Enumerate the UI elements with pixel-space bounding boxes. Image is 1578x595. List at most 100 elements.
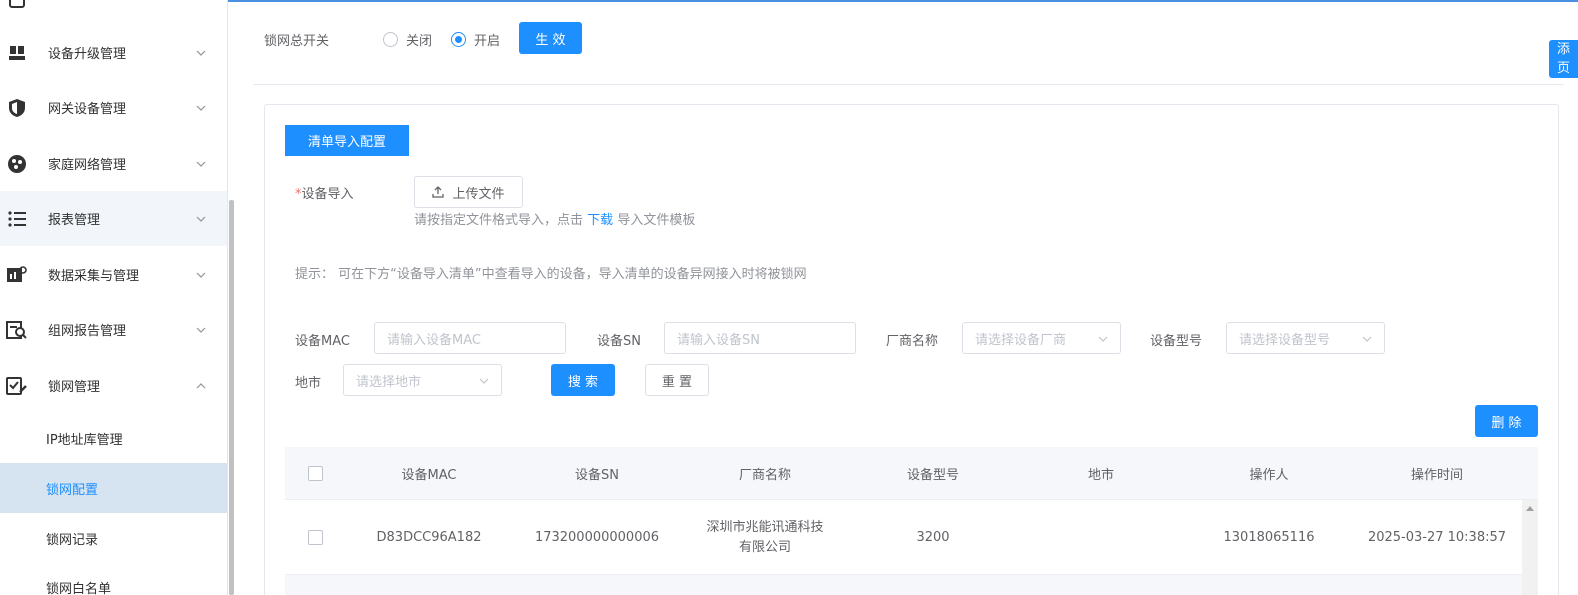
city-select[interactable]: 请选择地市 xyxy=(343,364,502,396)
table-scrollbar[interactable] xyxy=(1522,500,1538,595)
download-template-link[interactable]: 下载 xyxy=(587,213,613,228)
sidebar-item-label: 组网报告管理 xyxy=(48,324,127,339)
column-header-time[interactable]: 操作时间 xyxy=(1353,447,1521,500)
device-import-label-text: 设备导入 xyxy=(301,187,354,202)
menu-icon xyxy=(6,0,28,11)
column-header-sn[interactable]: 设备SN xyxy=(513,447,681,500)
sidebar-sub-ip-library[interactable]: IP地址库管理 xyxy=(0,413,227,463)
package-icon xyxy=(6,42,28,64)
city-select-placeholder: 请选择地市 xyxy=(356,374,422,390)
sn-input[interactable]: 请输入设备SN xyxy=(664,322,856,354)
upload-file-label: 上传文件 xyxy=(452,186,505,202)
model-select[interactable]: 请选择设备型号 xyxy=(1226,322,1385,354)
sidebar-item-label: 数据采集与管理 xyxy=(48,269,140,284)
row-checkbox[interactable] xyxy=(307,530,323,545)
table-row-next[interactable] xyxy=(285,575,1522,595)
column-header-mac[interactable]: 设备MAC xyxy=(345,447,513,500)
sidebar: 设备升级管理 网关设备管理 家庭网络管理 报表管理 数据采集与管理 组网报告管理… xyxy=(0,0,228,595)
sidebar-sub-label: 锁网记录 xyxy=(46,532,99,548)
column-header-city[interactable]: 地市 xyxy=(1017,447,1185,500)
scroll-up-arrow-icon[interactable] xyxy=(1526,506,1534,511)
cell-model: 3200 xyxy=(916,529,950,545)
sidebar-item-lock-network[interactable]: 锁网管理 xyxy=(0,358,227,413)
lock-switch-label: 锁网总开关 xyxy=(264,34,330,49)
sidebar-sub-whitelist[interactable]: 锁网白名单 xyxy=(0,562,227,595)
side-tag-line2: 页 xyxy=(1556,61,1570,76)
mac-input[interactable]: 请输入设备MAC xyxy=(374,322,566,354)
vendor-select[interactable]: 请选择设备厂商 xyxy=(962,322,1121,354)
sidebar-item-partial[interactable] xyxy=(0,0,227,27)
sidebar-item-network-report[interactable]: 组网报告管理 xyxy=(0,302,227,357)
import-hint: 请按指定文件格式导入，点击 下载 导入文件模板 xyxy=(414,209,695,228)
sidebar-sub-lock-config[interactable]: 锁网配置 xyxy=(0,463,227,513)
sidebar-scrollbar[interactable] xyxy=(229,200,234,595)
column-header-model[interactable]: 设备型号 xyxy=(849,447,1017,500)
cell-mac: D83DCC96A182 xyxy=(376,529,482,545)
chevron-down-icon xyxy=(196,270,206,280)
sidebar-sub-label: IP地址库管理 xyxy=(46,432,123,448)
search-button[interactable]: 搜 索 xyxy=(551,364,615,396)
upload-file-button[interactable]: 上传文件 xyxy=(414,176,523,208)
sidebar-item-home-network[interactable]: 家庭网络管理 xyxy=(0,136,227,191)
delete-button[interactable]: 删 除 xyxy=(1475,405,1538,437)
chevron-down-icon xyxy=(196,103,206,113)
radio-off-circle[interactable] xyxy=(383,32,398,47)
sidebar-sub-label: 锁网配置 xyxy=(46,482,99,498)
cell-city xyxy=(1017,500,1185,575)
chevron-down-icon xyxy=(1098,333,1108,343)
table-header: 设备MAC 设备SN 厂商名称 设备型号 地市 操作人 操作时间 xyxy=(285,447,1538,500)
vendor-select-placeholder: 请选择设备厂商 xyxy=(975,332,1067,348)
vendor-label: 厂商名称 xyxy=(886,334,939,349)
column-header-vendor[interactable]: 厂商名称 xyxy=(681,447,849,500)
sidebar-item-upgrade[interactable]: 设备升级管理 xyxy=(0,25,227,80)
section-divider xyxy=(254,84,1564,85)
chevron-up-icon xyxy=(196,381,206,391)
apply-button[interactable]: 生 效 xyxy=(519,22,582,54)
sidebar-item-reports[interactable]: 报表管理 xyxy=(0,191,227,246)
cell-operator: 13018065116 xyxy=(1223,529,1315,545)
model-select-placeholder: 请选择设备型号 xyxy=(1239,332,1331,348)
list-icon xyxy=(6,208,28,230)
table-row[interactable]: D83DCC96A182 173200000000006 深圳市兆能讯通科技 有… xyxy=(285,500,1522,575)
radio-off[interactable]: 关闭 xyxy=(383,30,432,49)
reset-button[interactable]: 重 置 xyxy=(645,364,709,396)
chevron-down-icon xyxy=(479,375,489,385)
sidebar-item-label: 家庭网络管理 xyxy=(48,158,127,173)
sidebar-sub-lock-records[interactable]: 锁网记录 xyxy=(0,513,227,563)
sidebar-item-data-collect[interactable]: 数据采集与管理 xyxy=(0,247,227,302)
top-accent-line xyxy=(228,0,1578,2)
side-tag-line1: 添 xyxy=(1556,42,1570,57)
cell-vendor-line2: 有限公司 xyxy=(738,539,791,555)
radio-on-circle[interactable] xyxy=(451,32,466,47)
hint-prefix: 请按指定文件格式导入，点击 xyxy=(414,213,584,228)
sidebar-item-label: 设备升级管理 xyxy=(48,47,127,62)
sidebar-item-gateway[interactable]: 网关设备管理 xyxy=(0,80,227,135)
chevron-down-icon xyxy=(196,325,206,335)
radio-on[interactable]: 开启 xyxy=(451,30,500,49)
device-import-label: *设备导入 xyxy=(295,183,354,202)
sn-label: 设备SN xyxy=(597,334,641,349)
data-collect-icon xyxy=(6,264,28,286)
column-header-operator[interactable]: 操作人 xyxy=(1185,447,1353,500)
upload-icon xyxy=(432,186,445,198)
select-all-cell xyxy=(285,447,345,500)
sidebar-item-label: 网关设备管理 xyxy=(48,102,127,117)
shield-icon xyxy=(6,97,28,119)
tab-list-import[interactable]: 清单导入配置 xyxy=(285,125,409,156)
network-icon xyxy=(6,153,28,175)
cell-vendor-line1: 深圳市兆能讯通科技 xyxy=(706,519,824,535)
side-floating-tag[interactable]: 添 页 xyxy=(1549,40,1578,78)
lock-config-icon xyxy=(6,375,28,397)
cell-vendor: 深圳市兆能讯通科技 有限公司 xyxy=(681,500,849,575)
chevron-down-icon xyxy=(196,159,206,169)
row-select-cell xyxy=(285,500,345,575)
sidebar-sub-label: 锁网白名单 xyxy=(46,581,112,595)
radio-on-label: 开启 xyxy=(474,34,501,49)
sidebar-item-label: 报表管理 xyxy=(48,213,101,228)
chevron-down-icon xyxy=(196,214,206,224)
select-all-checkbox[interactable] xyxy=(307,466,323,481)
hint-suffix: 导入文件模板 xyxy=(617,213,696,228)
chevron-down-icon xyxy=(1362,333,1372,343)
model-label: 设备型号 xyxy=(1150,334,1203,349)
city-label: 地市 xyxy=(295,376,322,391)
